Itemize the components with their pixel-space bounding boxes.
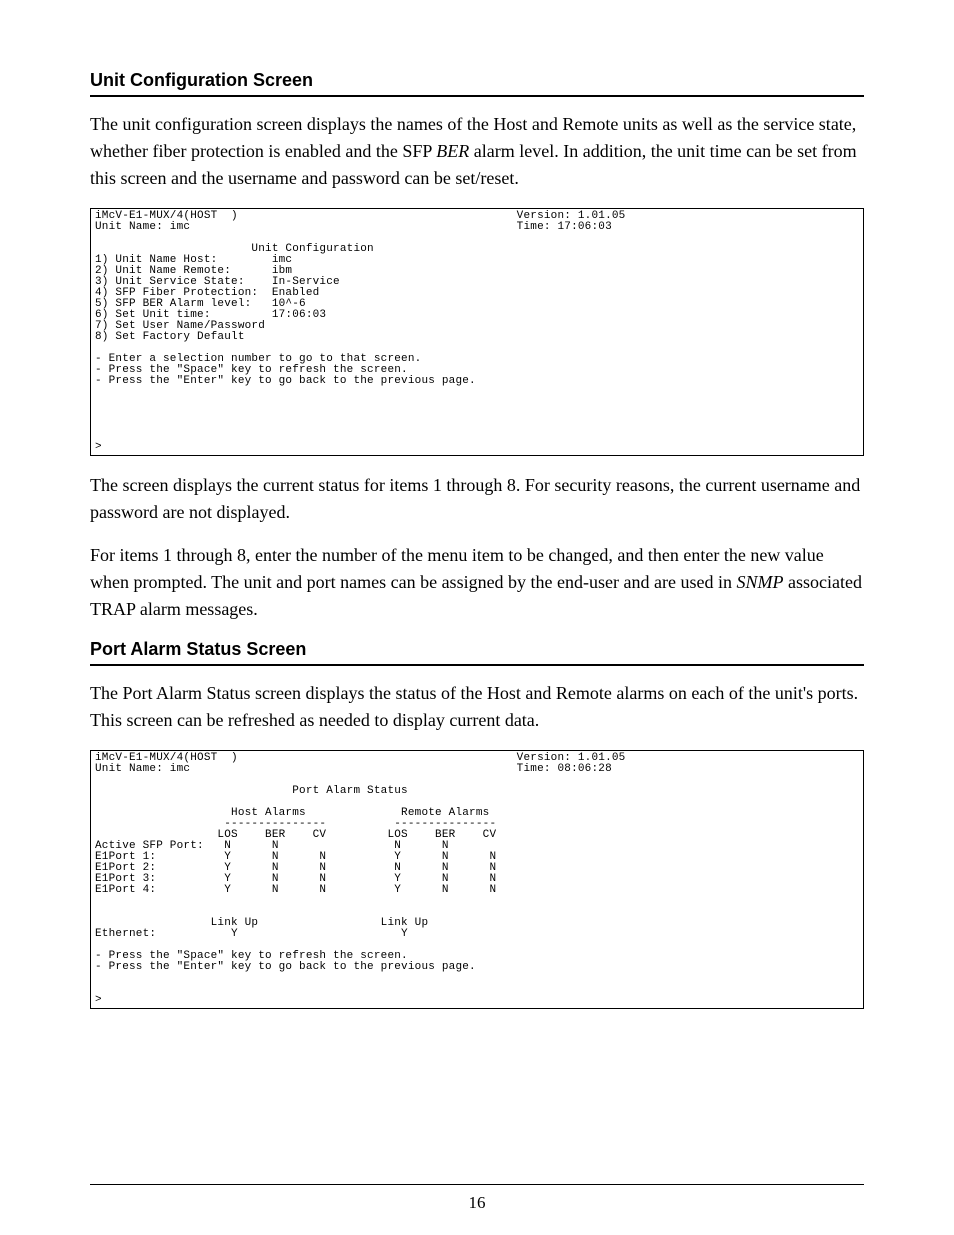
para-unit-config-3: For items 1 through 8, enter the number … bbox=[90, 542, 864, 623]
footer-rule bbox=[90, 1184, 864, 1185]
para-unit-config-2: The screen displays the current status f… bbox=[90, 472, 864, 526]
page-number: 16 bbox=[0, 1193, 954, 1213]
terminal-unit-config: iMcV-E1-MUX/4(HOST ) Version: 1.01.05 Un… bbox=[90, 208, 864, 456]
italic-snmp: SNMP bbox=[736, 572, 783, 592]
terminal-port-alarm: iMcV-E1-MUX/4(HOST ) Version: 1.01.05 Un… bbox=[90, 750, 864, 1009]
para-port-alarm-1: The Port Alarm Status screen displays th… bbox=[90, 680, 864, 734]
para-unit-config-1: The unit configuration screen displays t… bbox=[90, 111, 864, 192]
heading-port-alarm: Port Alarm Status Screen bbox=[90, 639, 864, 660]
text-span: For items 1 through 8, enter the number … bbox=[90, 545, 824, 592]
section-rule bbox=[90, 95, 864, 97]
section-rule bbox=[90, 664, 864, 666]
italic-ber: BER bbox=[436, 141, 469, 161]
page: Unit Configuration Screen The unit confi… bbox=[0, 0, 954, 1235]
heading-unit-config: Unit Configuration Screen bbox=[90, 70, 864, 91]
